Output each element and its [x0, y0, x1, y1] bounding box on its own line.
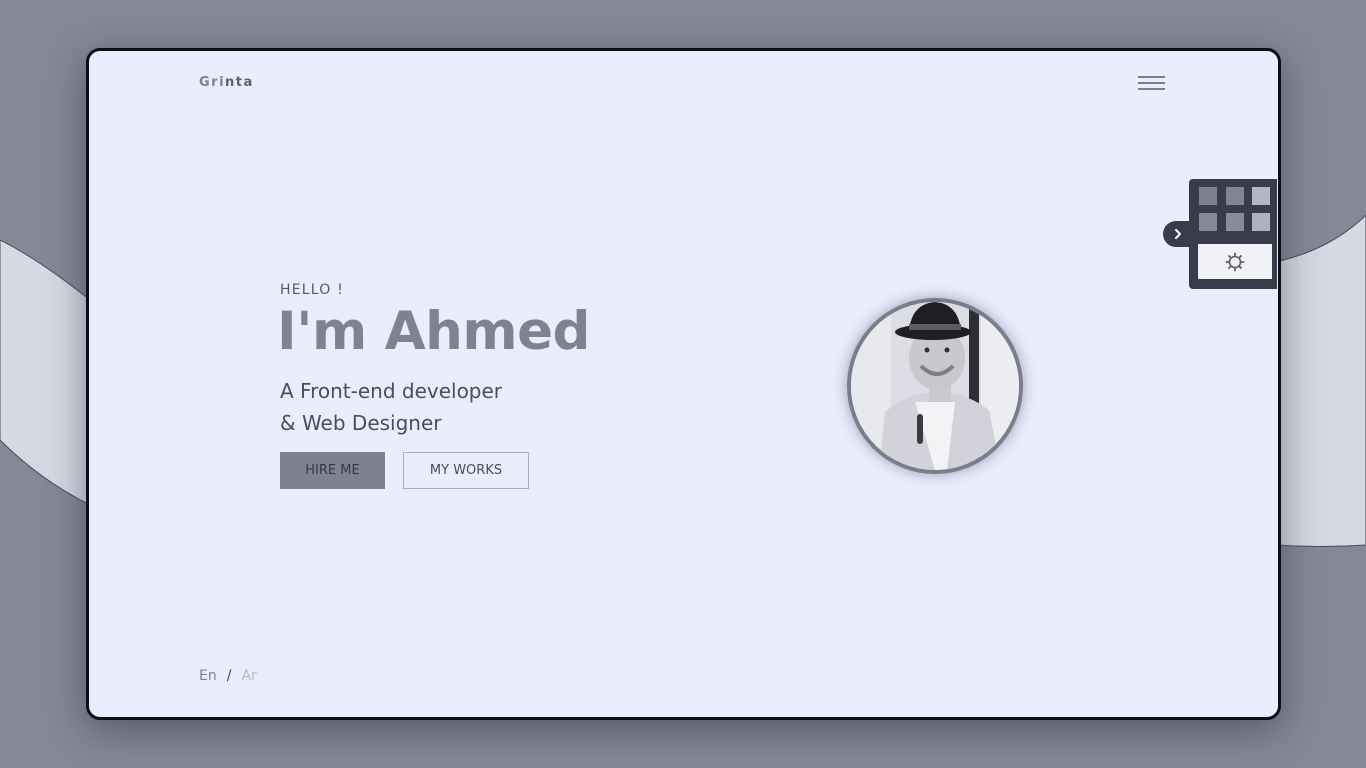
- color-swatch-5[interactable]: [1226, 213, 1244, 231]
- browser-frame: Grinta HELLO ! I'm Ahmed A Front-end dev…: [86, 48, 1281, 720]
- logo-text-part1: Gri: [199, 75, 226, 90]
- language-switcher: En / Ar: [199, 668, 257, 684]
- gear-icon: [1225, 252, 1245, 271]
- logo-text-part2: nta: [225, 75, 254, 90]
- theme-color-panel: [1189, 179, 1277, 289]
- hero-greeting: HELLO !: [280, 282, 344, 298]
- hero-role-line1: A Front-end developer: [280, 379, 503, 403]
- hire-me-button[interactable]: HIRE ME: [280, 452, 385, 489]
- my-works-button[interactable]: MY WORKS: [403, 452, 529, 489]
- language-ar[interactable]: Ar: [241, 668, 256, 684]
- language-separator: /: [226, 668, 232, 684]
- profile-avatar: [847, 298, 1023, 474]
- chevron-right-icon: [1175, 229, 1181, 239]
- language-en[interactable]: En: [199, 668, 217, 684]
- site-logo[interactable]: Grinta: [199, 75, 254, 90]
- color-swatch-3[interactable]: [1252, 187, 1270, 205]
- hero-name: I'm Ahmed: [277, 301, 590, 362]
- profile-photo: [851, 302, 1019, 470]
- color-swatch-6[interactable]: [1252, 213, 1270, 231]
- hamburger-menu-icon[interactable]: [1138, 75, 1166, 93]
- settings-button[interactable]: [1198, 244, 1272, 279]
- hero-role-line2: & Web Designer: [280, 411, 442, 435]
- color-swatch-2[interactable]: [1226, 187, 1244, 205]
- hero-role: A Front-end developer & Web Designer: [280, 375, 502, 439]
- color-swatch-1[interactable]: [1199, 187, 1217, 205]
- color-swatch-4[interactable]: [1199, 213, 1217, 231]
